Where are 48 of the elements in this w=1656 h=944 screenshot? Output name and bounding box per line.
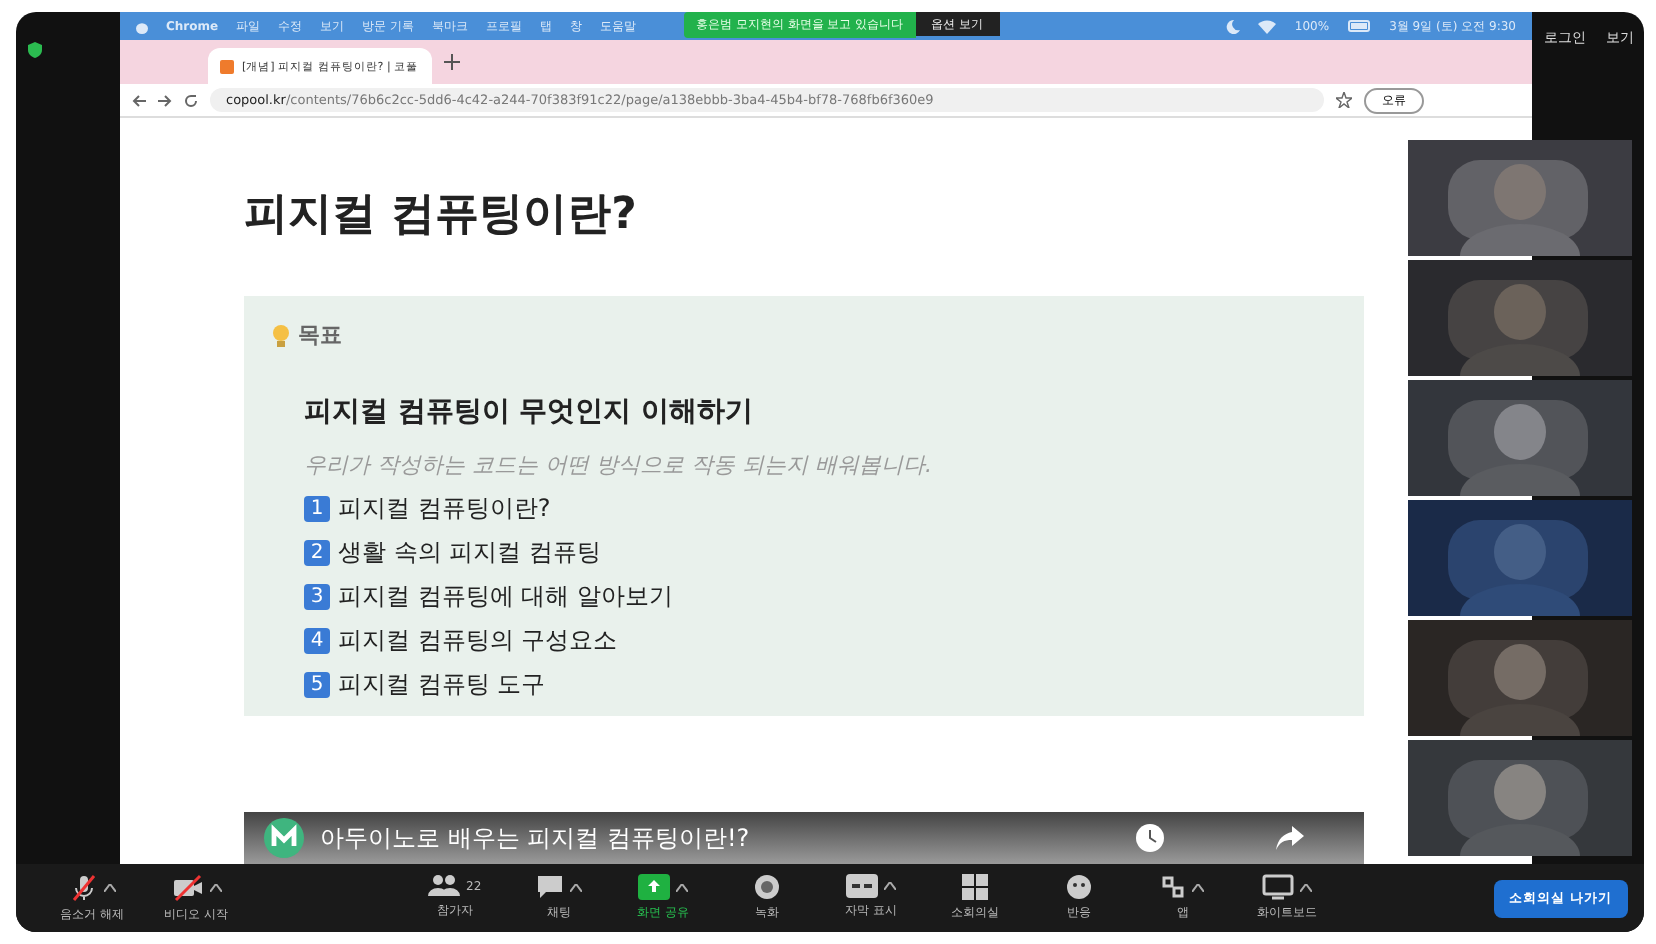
battery-icon[interactable] bbox=[1347, 20, 1372, 32]
smiley-icon bbox=[1065, 874, 1092, 900]
muted-mic-icon bbox=[69, 873, 97, 901]
number-badge: 1 bbox=[304, 496, 330, 522]
whiteboard-icon bbox=[1261, 874, 1294, 900]
reload-icon[interactable] bbox=[184, 93, 198, 107]
caret-icon[interactable] bbox=[209, 883, 221, 891]
topic-item: 생활 속의 피지컬 컴퓨팅 bbox=[338, 536, 601, 570]
caret-icon[interactable] bbox=[103, 883, 115, 891]
goal-heading: 피지컬 컴퓨팅이 무엇인지 이해하기 bbox=[304, 394, 756, 430]
captions-icon bbox=[845, 874, 878, 898]
grid-icon bbox=[961, 874, 988, 900]
new-tab-icon[interactable] bbox=[444, 54, 460, 70]
video-title: 아두이노로 배우는 피지컬 컴퓨팅이란!? bbox=[320, 821, 750, 855]
number-badge: 4 bbox=[304, 628, 330, 654]
number-badge: 2 bbox=[304, 540, 330, 566]
shield-icon bbox=[28, 42, 42, 58]
caret-icon[interactable] bbox=[1192, 883, 1205, 891]
callout-label: 목표 bbox=[298, 320, 342, 350]
topic-item: 피지컬 컴퓨팅에 대해 알아보기 bbox=[338, 580, 673, 614]
muted-camera-icon bbox=[171, 873, 203, 901]
clock-icon[interactable] bbox=[1136, 824, 1164, 852]
star-icon[interactable] bbox=[1336, 92, 1352, 108]
topic-item: 피지컬 컴퓨팅의 구성요소 bbox=[338, 624, 618, 658]
moon-icon[interactable] bbox=[1226, 19, 1241, 33]
video-preview[interactable]: 아두이노로 배우는 피지컬 컴퓨팅이란!? bbox=[244, 812, 1364, 864]
caret-icon[interactable] bbox=[569, 883, 582, 891]
chat-icon bbox=[535, 874, 564, 900]
goal-description: 우리가 작성하는 코드는 어떤 방식으로 작동 되는지 배워봅니다. bbox=[304, 450, 934, 480]
caret-icon[interactable] bbox=[883, 882, 896, 890]
people-icon bbox=[428, 874, 461, 898]
forward-icon[interactable] bbox=[158, 93, 172, 107]
lightbulb-icon bbox=[272, 323, 290, 347]
caret-icon[interactable] bbox=[675, 883, 688, 891]
caret-icon[interactable] bbox=[1299, 883, 1312, 891]
topic-item: 피지컬 컴퓨팅이란? bbox=[338, 492, 551, 526]
number-badge: 5 bbox=[304, 672, 330, 698]
favicon-icon bbox=[220, 59, 234, 73]
number-badge: 3 bbox=[304, 584, 330, 610]
logo-icon bbox=[264, 818, 304, 858]
wifi-icon[interactable] bbox=[1258, 19, 1277, 33]
share-arrow-icon[interactable] bbox=[1276, 826, 1304, 850]
apps-icon bbox=[1160, 874, 1187, 900]
share-screen-icon bbox=[637, 874, 670, 900]
record-icon bbox=[753, 874, 780, 900]
page-title: 피지컬 컴퓨팅이란? bbox=[244, 188, 639, 244]
back-icon[interactable] bbox=[132, 93, 146, 107]
topic-item: 피지컬 컴퓨팅 도구 bbox=[338, 668, 546, 702]
